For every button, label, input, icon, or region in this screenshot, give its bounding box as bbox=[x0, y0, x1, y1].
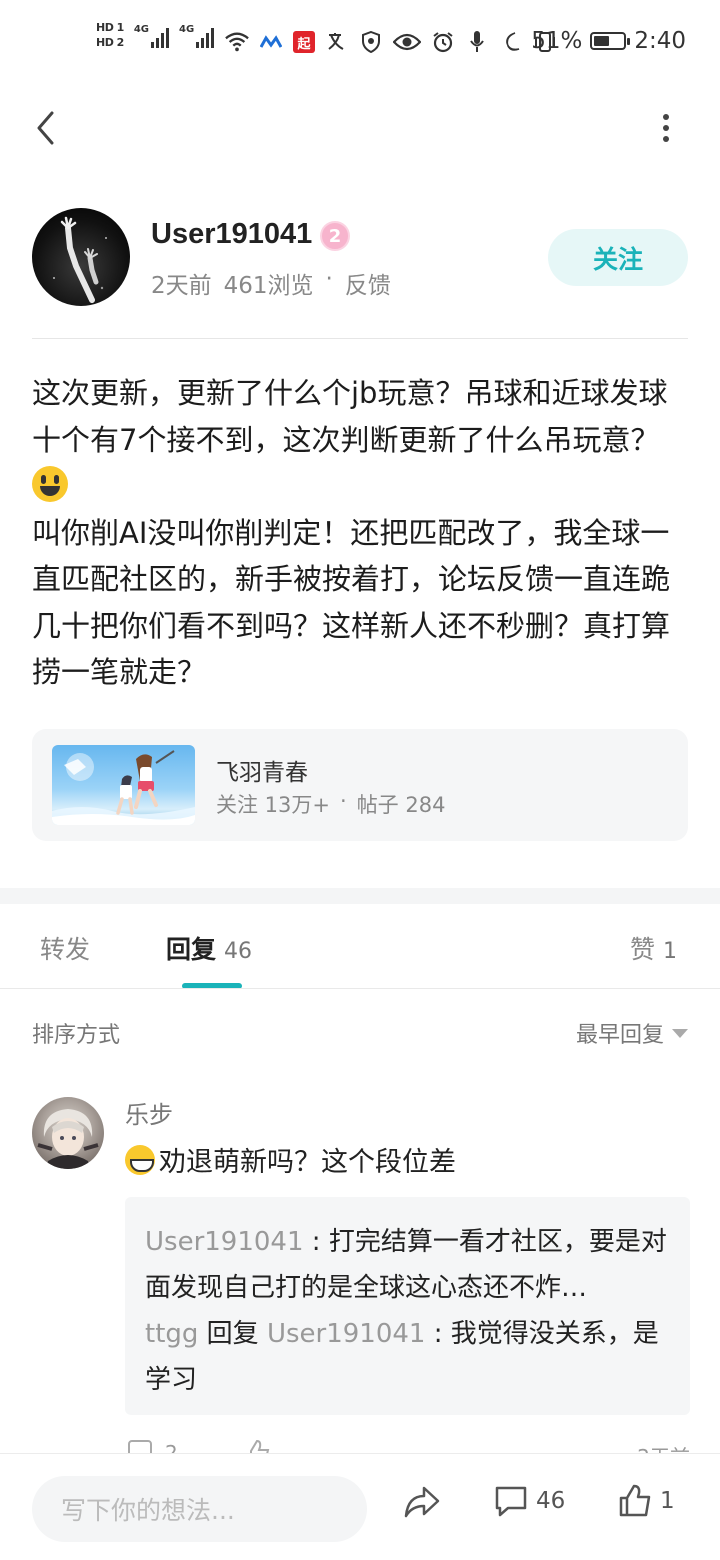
tab-like-count: 1 bbox=[663, 939, 678, 964]
thumbs-up-icon bbox=[619, 1484, 651, 1517]
tab-like[interactable]: 赞1 bbox=[630, 930, 677, 966]
battery-icon bbox=[590, 32, 631, 50]
input-placeholder: 写下你的想法... bbox=[61, 1496, 235, 1525]
wifi-icon bbox=[225, 30, 249, 54]
game-stats-dot: · bbox=[340, 789, 347, 813]
status-right: 51% 2:40 bbox=[531, 28, 686, 54]
nested-reply: ttgg 回复 User191041 : 我觉得没关系，是学习 bbox=[145, 1311, 670, 1403]
meta-dot: · bbox=[325, 266, 333, 292]
game-thumbnail bbox=[52, 745, 195, 825]
tab-repost-label: 转发 bbox=[40, 935, 91, 964]
like-button[interactable]: 1 bbox=[618, 1484, 675, 1518]
smile-emoji-icon bbox=[32, 466, 68, 502]
comment-bubble-icon bbox=[495, 1486, 527, 1517]
status-left: HD 1 HD 2 4G 4G bbox=[96, 22, 215, 49]
view-count: 461浏览 bbox=[223, 273, 314, 299]
section-separator bbox=[0, 888, 720, 904]
back-button[interactable] bbox=[26, 108, 66, 148]
app-wave-icon bbox=[259, 30, 283, 54]
commenter-name[interactable]: 乐步 bbox=[125, 1095, 173, 1130]
moon-icon bbox=[499, 30, 523, 54]
battery-percent: 51% bbox=[531, 28, 583, 54]
post-paragraph-1: 这次更新，更新了什么个jb玩意？吊球和近球发球十个有7个接不到，这次判断更新了什… bbox=[32, 376, 668, 457]
more-vertical-icon bbox=[663, 114, 669, 142]
comments-count: 46 bbox=[536, 1488, 566, 1514]
reply-sep: : bbox=[425, 1319, 451, 1349]
commenter-avatar[interactable] bbox=[32, 1097, 104, 1169]
divider bbox=[32, 338, 688, 339]
post-paragraph-2: 叫你削AI没叫你削判定！还把匹配改了，我全球一直匹配社区的，新手被按着打，论坛反… bbox=[32, 515, 671, 690]
more-button[interactable] bbox=[646, 108, 686, 148]
tab-like-label: 赞 bbox=[630, 935, 656, 964]
hd1-label: HD 1 bbox=[96, 21, 124, 34]
hd2-label: HD 2 bbox=[96, 36, 124, 49]
shield-icon bbox=[359, 30, 383, 54]
comments-button[interactable]: 46 bbox=[494, 1484, 565, 1518]
game-stats: 关注 13万+ · 帖子 284 bbox=[216, 789, 445, 819]
alarm-icon bbox=[431, 30, 455, 54]
reply-author[interactable]: User191041 bbox=[145, 1227, 304, 1257]
post-meta: 2天前 461浏览 · 反馈 bbox=[151, 266, 391, 300]
game-name: 飞羽青春 bbox=[216, 760, 308, 786]
author-name[interactable]: User191041 bbox=[151, 218, 312, 251]
comment-input[interactable]: 写下你的想法... bbox=[32, 1476, 367, 1542]
sort-value: 最早回复 bbox=[575, 1023, 664, 1048]
likes-count: 1 bbox=[660, 1488, 675, 1514]
chevron-left-icon bbox=[37, 111, 54, 145]
comment-body: 劝退萌新吗？这个段位差 bbox=[159, 1147, 456, 1178]
commenter-avatar-art bbox=[37, 1109, 99, 1169]
microphone-icon bbox=[465, 30, 489, 54]
share-button[interactable] bbox=[402, 1484, 442, 1520]
post-content: 这次更新，更新了什么个jb玩意？吊球和近球发球十个有7个接不到，这次判断更新了什… bbox=[32, 370, 682, 696]
tab-repost[interactable]: 转发 bbox=[40, 930, 90, 966]
signal-2-icon: 4G bbox=[179, 23, 215, 48]
game-card[interactable]: 飞羽青春 关注 13万+ · 帖子 284 bbox=[32, 729, 688, 841]
tab-reply-count: 46 bbox=[224, 939, 253, 964]
nested-replies[interactable]: User191041 : 打完结算一看才社区，要是对面发现自己打的是全球这心态还… bbox=[125, 1197, 690, 1415]
tabs-divider bbox=[0, 988, 720, 989]
sort-label: 排序方式 bbox=[32, 1023, 121, 1048]
translate-icon bbox=[325, 30, 349, 54]
signal-1-icon: 4G bbox=[134, 24, 169, 48]
tab-reply[interactable]: 回复 46 bbox=[166, 930, 252, 966]
comment-text: 劝退萌新吗？这个段位差 bbox=[125, 1140, 456, 1179]
reply-target[interactable]: User191041 bbox=[267, 1319, 426, 1349]
sweat-smile-emoji-icon bbox=[125, 1144, 155, 1175]
reply-sep: : bbox=[303, 1227, 329, 1257]
app-badge-icon: 起 bbox=[293, 31, 315, 53]
hd-indicators: HD 1 HD 2 bbox=[96, 22, 124, 49]
net2-label: 4G bbox=[179, 23, 195, 35]
status-icons: 起 bbox=[225, 30, 557, 54]
nested-reply: User191041 : 打完结算一看才社区，要是对面发现自己打的是全球这心态还… bbox=[145, 1219, 670, 1311]
clock: 2:40 bbox=[634, 28, 686, 54]
eye-icon bbox=[393, 30, 421, 54]
battery-fill bbox=[594, 36, 609, 46]
game-followers: 关注 13万+ bbox=[216, 793, 330, 817]
post-time: 2天前 bbox=[151, 273, 212, 299]
caret-down-icon bbox=[672, 1028, 688, 1038]
reply-mid: 回复 bbox=[198, 1319, 267, 1349]
bottom-bar: 写下你的想法... 46 1 bbox=[0, 1453, 720, 1560]
author-avatar[interactable] bbox=[32, 208, 130, 306]
hands-avatar-art bbox=[53, 216, 107, 303]
level-badge: 2 bbox=[320, 221, 350, 251]
net1-label: 4G bbox=[133, 23, 149, 35]
reply-author[interactable]: ttgg bbox=[145, 1319, 198, 1349]
follow-button[interactable]: 关注 bbox=[548, 229, 688, 286]
status-bar: HD 1 HD 2 4G 4G 起 51% 2:40 bbox=[0, 0, 720, 88]
tab-reply-label: 回复 bbox=[166, 935, 217, 964]
feedback-link[interactable]: 反馈 bbox=[345, 266, 391, 300]
share-icon bbox=[404, 1486, 440, 1518]
game-posts: 帖子 284 bbox=[356, 793, 446, 817]
sort-dropdown[interactable]: 最早回复 bbox=[576, 1017, 688, 1049]
